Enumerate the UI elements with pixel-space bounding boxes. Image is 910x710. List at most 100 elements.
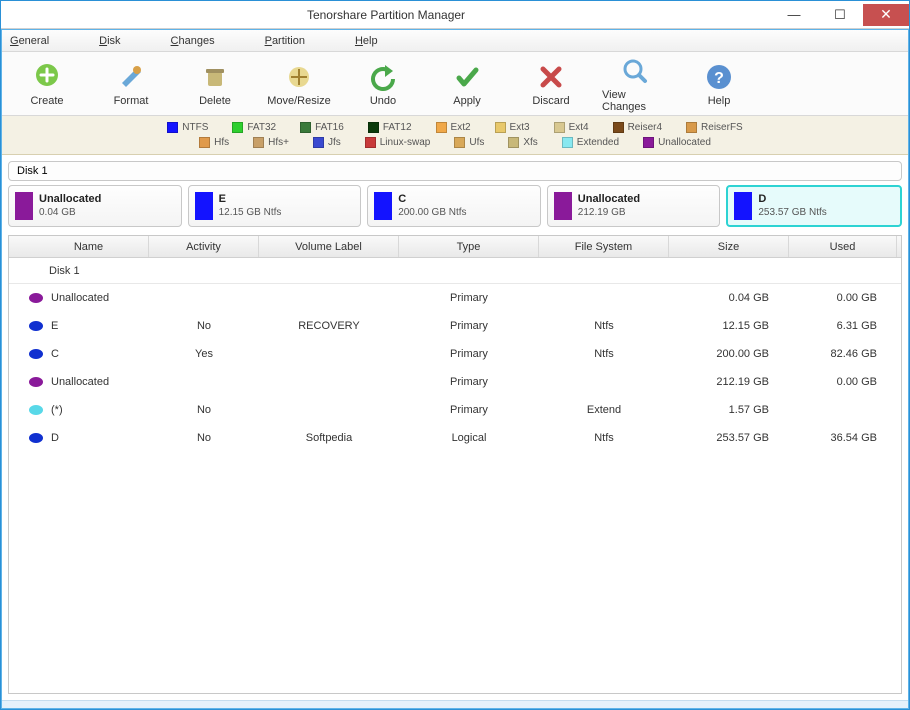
cell-name: D (51, 432, 59, 444)
disk-card-name: Unallocated (578, 193, 640, 206)
svg-text:?: ? (714, 70, 724, 87)
legend-unallocated: Unallocated (643, 137, 711, 148)
partition-icon (29, 377, 43, 387)
cell-name: C (51, 348, 59, 360)
column-header-activity[interactable]: Activity (149, 236, 259, 257)
legend-label: Ufs (469, 137, 484, 148)
toolbar-label: Move/Resize (267, 95, 331, 107)
cell-size: 1.57 GB (669, 404, 789, 416)
cell-filesystem: Ntfs (539, 432, 669, 444)
table-row[interactable]: CYesPrimaryNtfs200.00 GB82.46 GB (9, 340, 901, 368)
move-resize-button[interactable]: Move/Resize (266, 61, 332, 107)
disk-card-unallocated[interactable]: Unallocated0.04 GB (8, 185, 182, 227)
disk-overview: Disk 1 Unallocated0.04 GBE12.15 GB NtfsC… (2, 155, 908, 229)
legend-label: Linux-swap (380, 137, 431, 148)
maximize-button[interactable]: ☐ (817, 4, 863, 26)
column-header-size[interactable]: Size (669, 236, 789, 257)
partition-icon (29, 405, 43, 415)
table-row[interactable]: ENoRECOVERYPrimaryNtfs12.15 GB6.31 GB (9, 312, 901, 340)
cell-volume-label: RECOVERY (259, 320, 399, 332)
column-header-type[interactable]: Type (399, 236, 539, 257)
menu-help[interactable]: Help (355, 35, 378, 47)
menu-disk[interactable]: Disk (99, 35, 120, 47)
partition-icon (29, 349, 43, 359)
toolbar-label: Format (114, 95, 149, 107)
disk-card-e[interactable]: E12.15 GB Ntfs (188, 185, 362, 227)
delete-icon (199, 61, 231, 93)
close-button[interactable]: ✕ (863, 4, 909, 26)
legend-label: NTFS (182, 122, 208, 133)
legend-swatch (562, 137, 573, 148)
apply-button[interactable]: Apply (434, 61, 500, 107)
legend-linux-swap: Linux-swap (365, 137, 431, 148)
filesystem-legend: NTFSFAT32FAT16FAT12Ext2Ext3Ext4Reiser4Re… (2, 116, 908, 155)
legend-swatch (368, 122, 379, 133)
legend-hfs: Hfs (199, 137, 229, 148)
minimize-button[interactable]: — (771, 4, 817, 26)
table-row[interactable]: (*)NoPrimaryExtend1.57 GB (9, 396, 901, 424)
legend-label: Ext2 (451, 122, 471, 133)
legend-label: Extended (577, 137, 619, 148)
legend-ufs: Ufs (454, 137, 484, 148)
disk-card-name: D (758, 193, 826, 206)
delete-button[interactable]: Delete (182, 61, 248, 107)
cell-volume-label: Softpedia (259, 432, 399, 444)
toolbar-label: Help (708, 95, 731, 107)
menu-partition[interactable]: Partition (265, 35, 305, 47)
legend-label: FAT16 (315, 122, 344, 133)
toolbar-label: Apply (453, 95, 481, 107)
disk-label: Disk 1 (8, 161, 902, 181)
legend-swatch (686, 122, 697, 133)
undo-icon (367, 61, 399, 93)
undo-button[interactable]: Undo (350, 61, 416, 107)
legend-swatch (554, 122, 565, 133)
table-row[interactable]: UnallocatedPrimary212.19 GB0.00 GB (9, 368, 901, 396)
legend-extended: Extended (562, 137, 619, 148)
view-changes-button[interactable]: View Changes (602, 55, 668, 113)
format-button[interactable]: Format (98, 61, 164, 107)
legend-swatch (495, 122, 506, 133)
legend-swatch (199, 137, 210, 148)
menu-general[interactable]: General (10, 35, 49, 47)
legend-jfs: Jfs (313, 137, 341, 148)
table-row[interactable]: DNoSoftpediaLogicalNtfs253.57 GB36.54 GB (9, 424, 901, 452)
cell-type: Primary (399, 404, 539, 416)
column-header-name[interactable]: Name (9, 236, 149, 257)
create-icon (31, 61, 63, 93)
disk-card-unallocated[interactable]: Unallocated212.19 GB (547, 185, 721, 227)
legend-label: Reiser4 (628, 122, 662, 133)
disk-card-d[interactable]: D253.57 GB Ntfs (726, 185, 902, 227)
legend-label: Jfs (328, 137, 341, 148)
discard-icon (535, 61, 567, 93)
titlebar[interactable]: Tenorshare Partition Manager — ☐ ✕ (1, 1, 909, 29)
disk-row[interactable]: Disk 1 (9, 258, 901, 284)
disk-card-name: Unallocated (39, 193, 101, 206)
disk-card-name: E (219, 193, 282, 206)
help-button[interactable]: ? Help (686, 61, 752, 107)
legend-label: Hfs+ (268, 137, 289, 148)
cell-size: 0.04 GB (669, 292, 789, 304)
disk-card-sub: 12.15 GB Ntfs (219, 207, 282, 219)
discard-button[interactable]: Discard (518, 61, 584, 107)
legend-label: Hfs (214, 137, 229, 148)
menu-changes[interactable]: Changes (171, 35, 215, 47)
cell-activity: No (149, 404, 259, 416)
apply-icon (451, 61, 483, 93)
column-header-file-system[interactable]: File System (539, 236, 669, 257)
legend-ext3: Ext3 (495, 122, 530, 133)
column-header-used[interactable]: Used (789, 236, 897, 257)
toolbar-label: View Changes (602, 89, 668, 113)
legend-swatch (613, 122, 624, 133)
format-icon (115, 61, 147, 93)
toolbar-label: Discard (532, 95, 569, 107)
disk-card-c[interactable]: C200.00 GB Ntfs (367, 185, 541, 227)
disk-card-sub: 212.19 GB (578, 207, 640, 219)
column-header-volume-label[interactable]: Volume Label (259, 236, 399, 257)
partition-icon (29, 293, 43, 303)
toolbar-label: Create (30, 95, 63, 107)
create-button[interactable]: Create (14, 61, 80, 107)
table-row[interactable]: UnallocatedPrimary0.04 GB0.00 GB (9, 284, 901, 312)
legend-swatch (167, 122, 178, 133)
cell-size: 12.15 GB (669, 320, 789, 332)
toolbar-label: Delete (199, 95, 231, 107)
